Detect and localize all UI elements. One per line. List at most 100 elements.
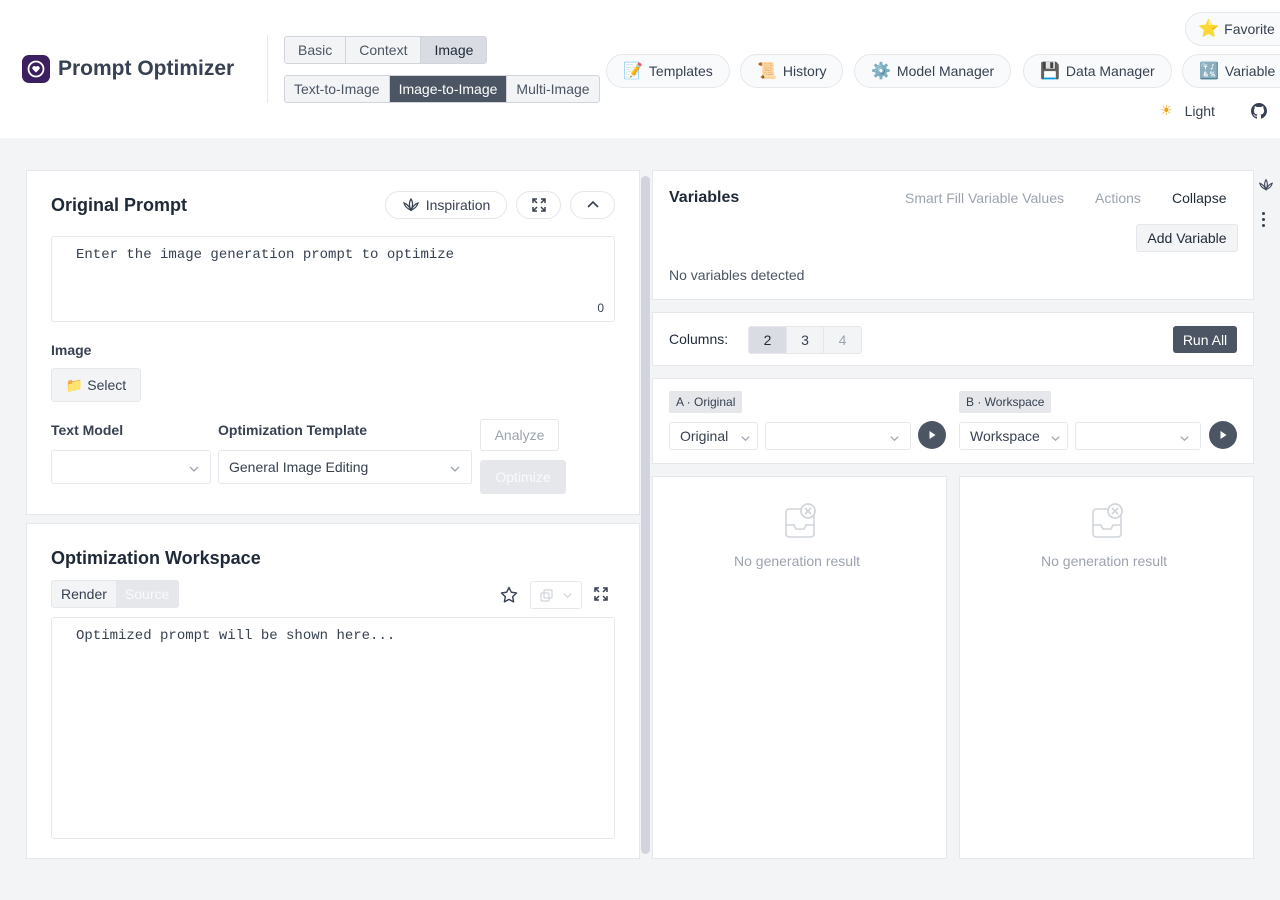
memo-icon: 📝	[623, 63, 643, 80]
more-vertical-icon[interactable]	[1262, 212, 1265, 227]
variable-label: Variable	[1224, 63, 1276, 79]
variable-button[interactable]: 🔣 Variable	[1182, 54, 1280, 88]
column-b-tag: B · Workspace	[959, 391, 1052, 413]
image-label: Image	[51, 342, 92, 358]
empty-inbox-icon	[1091, 503, 1127, 542]
text-model-select[interactable]	[51, 450, 211, 484]
app-logo-icon	[22, 55, 50, 83]
columns-bar: Columns: 2 3 4 Run All	[652, 312, 1254, 366]
column-a-version-value: Original	[680, 428, 729, 444]
run-column-a-button[interactable]	[918, 421, 946, 449]
run-column-b-button[interactable]	[1209, 421, 1237, 449]
lotus-icon[interactable]	[1258, 178, 1274, 192]
workspace-title: Optimization Workspace	[51, 548, 261, 568]
copy-icon	[539, 588, 553, 602]
variables-title: Variables	[669, 189, 740, 206]
chevron-down-icon	[1179, 431, 1190, 447]
run-all-button[interactable]: Run All	[1173, 326, 1237, 353]
optimization-template-value: General Image Editing	[229, 459, 369, 475]
folder-icon: 📁	[65, 376, 84, 393]
theme-label: Light	[1184, 102, 1215, 119]
compare-controls: A · Original Original B · Workspace Work…	[652, 378, 1254, 464]
data-manager-button[interactable]: 💾 Data Manager	[1023, 54, 1172, 88]
smart-fill-button[interactable]: Smart Fill Variable Values	[905, 190, 1064, 206]
app-title: Prompt Optimizer	[58, 57, 235, 80]
analyze-button[interactable]: Analyze	[480, 419, 559, 451]
column-a-tag: A · Original	[669, 391, 743, 413]
tab-multi-image[interactable]: Multi-Image	[507, 76, 598, 102]
favorite-star-icon[interactable]	[500, 586, 518, 604]
optimized-prompt-output[interactable]: Optimized prompt will be shown here...	[51, 617, 615, 839]
columns-option-3[interactable]: 3	[787, 327, 824, 353]
data-manager-label: Data Manager	[1065, 63, 1155, 79]
chevron-down-icon	[449, 462, 461, 478]
theme-toggle[interactable]: ☀ Light	[1160, 102, 1215, 119]
columns-label: Columns:	[669, 331, 729, 347]
select-image-label: Select	[87, 377, 127, 393]
left-column-scrollbar[interactable]	[641, 176, 650, 854]
result-column-a: No generation result	[652, 476, 947, 859]
play-icon	[927, 430, 937, 440]
tab-image[interactable]: Image	[421, 37, 487, 63]
original-prompt-placeholder: Enter the image generation prompt to opt…	[76, 247, 455, 263]
lotus-icon	[402, 198, 420, 212]
templates-label: Templates	[648, 63, 713, 79]
variables-panel: Variables Smart Fill Variable Values Act…	[652, 170, 1254, 300]
templates-button[interactable]: 📝 Templates	[606, 54, 730, 88]
source-tab[interactable]: Source	[115, 581, 179, 607]
optimized-prompt-placeholder: Optimized prompt will be shown here...	[76, 628, 396, 644]
tab-text-to-image[interactable]: Text-to-Image	[285, 76, 390, 102]
symbols-icon: 🔣	[1199, 63, 1219, 80]
column-b-model-select[interactable]	[1075, 422, 1201, 450]
result-column-b: No generation result	[959, 476, 1254, 859]
columns-option-2[interactable]: 2	[749, 327, 787, 353]
collapse-button[interactable]: Collapse	[1172, 190, 1226, 206]
column-a-version-select[interactable]: Original	[669, 422, 758, 450]
tab-context[interactable]: Context	[346, 37, 422, 63]
history-button[interactable]: 📜 History	[740, 54, 844, 88]
original-prompt-panel: Original Prompt Inspiration Enter the im…	[26, 170, 640, 515]
chevron-down-icon	[740, 431, 751, 447]
copy-dropdown-button[interactable]	[530, 581, 582, 609]
model-manager-label: Model Manager	[896, 63, 995, 79]
gear-icon: ⚙️	[871, 63, 891, 80]
header-divider	[267, 35, 268, 103]
optimize-button[interactable]: Optimize	[480, 460, 566, 494]
original-prompt-input[interactable]: Enter the image generation prompt to opt…	[51, 236, 615, 322]
floppy-disk-icon: 💾	[1040, 63, 1060, 80]
column-b-version-value: Workspace	[970, 428, 1040, 444]
original-prompt-title: Original Prompt	[51, 195, 188, 215]
tab-basic[interactable]: Basic	[285, 37, 347, 63]
add-variable-button[interactable]: Add Variable	[1136, 224, 1238, 252]
optimization-template-label: Optimization Template	[218, 422, 368, 438]
columns-selector: 2 3 4	[748, 326, 862, 354]
inspiration-button[interactable]: Inspiration	[385, 191, 507, 219]
empty-inbox-icon	[784, 503, 820, 542]
star-icon: ⭐	[1198, 19, 1220, 38]
chevron-down-icon	[1050, 431, 1061, 447]
app-header: Prompt Optimizer Basic Context Image Tex…	[0, 0, 1280, 138]
tab-image-to-image[interactable]: Image-to-Image	[389, 76, 508, 102]
fullscreen-button[interactable]	[516, 191, 561, 219]
mode-tabs: Basic Context Image	[284, 36, 488, 64]
scroll-icon: 📜	[757, 63, 777, 80]
brand[interactable]: Prompt Optimizer	[22, 55, 234, 83]
column-b-version-select[interactable]: Workspace	[959, 422, 1068, 450]
render-source-toggle: Render Source	[51, 580, 180, 608]
actions-button[interactable]: Actions	[1095, 190, 1141, 206]
select-image-button[interactable]: 📁 Select	[51, 368, 141, 402]
favorite-button[interactable]: ⭐ Favorite	[1185, 12, 1280, 46]
collapse-panel-button[interactable]	[570, 191, 615, 219]
model-manager-button[interactable]: ⚙️ Model Manager	[854, 54, 1012, 88]
no-variables-text: No variables detected	[669, 267, 805, 283]
expand-icon	[531, 198, 546, 212]
expand-icon[interactable]	[594, 587, 608, 601]
github-icon[interactable]	[1251, 103, 1267, 122]
image-sub-tabs: Text-to-Image Image-to-Image Multi-Image	[284, 75, 600, 103]
columns-option-4[interactable]: 4	[824, 327, 861, 353]
optimization-template-select[interactable]: General Image Editing	[218, 450, 472, 484]
render-tab[interactable]: Render	[52, 581, 116, 607]
char-counter: 0	[597, 301, 604, 315]
optimization-workspace-panel: Optimization Workspace Render Source Opt…	[26, 523, 640, 859]
column-a-model-select[interactable]	[765, 422, 911, 450]
